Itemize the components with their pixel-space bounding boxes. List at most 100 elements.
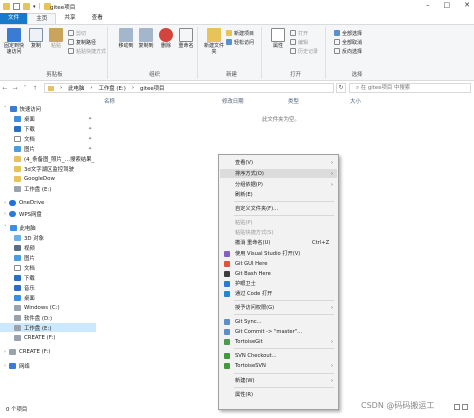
copy-to-button[interactable]: 复制到 [136,28,156,49]
nav-music[interactable]: 音乐 [0,283,96,292]
nav-drive-e[interactable]: 工作盘 (E:) [0,323,96,332]
chevron-down-icon[interactable]: ▾ [33,4,36,10]
nav-quick-access[interactable]: ˅ 快速访问 [0,104,96,113]
menu-item-tortoisegit[interactable]: TortoiseGit › [220,337,337,346]
nav-this-pc[interactable]: ˅ 此电脑 [0,223,96,232]
column-date[interactable]: 修改日期 [222,97,244,105]
nav-downloads[interactable]: 下载 ✦ [0,124,96,133]
new-folder-quick-icon[interactable] [23,3,30,10]
history-button[interactable]: 历史记录 [290,47,318,55]
nav-folder-3d[interactable]: 3d文字湖区监控驾驶 [0,164,96,173]
cut-button[interactable]: 剪切 [68,29,86,37]
nav-3d-objects[interactable]: 3D 对象 [0,233,96,242]
nav-pictures[interactable]: 图片 ✦ [0,144,96,153]
menu-item-open-with-code[interactable]: 通过 Code 打开 [220,289,337,298]
menu-item-group-by[interactable]: 分组依据(P) › [220,180,337,189]
git-commit-icon [224,329,230,335]
menu-item-properties[interactable]: 属性(R) [220,390,337,399]
nav-videos[interactable]: 视频 [0,243,96,252]
nav-drive-d[interactable]: 软件盘 (D:) [0,313,96,322]
pin-icon [7,28,21,42]
forward-arrow-icon[interactable]: → [10,85,20,92]
menu-item-view[interactable]: 查看(V) › [220,158,337,167]
new-folder-button[interactable]: 新建文件夹 [204,28,224,55]
menu-item-paste[interactable]: 粘贴(P) [220,218,337,227]
column-name[interactable]: 名称 [104,97,115,105]
copy-path-button[interactable]: 复制路径 [68,38,96,46]
minimize-button[interactable]: – [426,1,430,9]
breadcrumb-this-pc[interactable]: 此电脑 [68,84,84,92]
menu-item-customize-folder[interactable]: 自定义文件夹(F)... [220,204,337,213]
nav-folder-search-results[interactable]: (4_条备图_照片_…搜索结果_ [0,154,96,163]
new-item-button[interactable]: 新建项目 [226,29,254,37]
menu-item-tortoisesvn[interactable]: TortoiseSVN › [220,361,337,370]
menu-item-refresh[interactable]: 刷新(E) [220,190,337,199]
nav-drive-f[interactable]: CREATE (F:) [0,333,96,342]
nav-network[interactable]: › 网络 [0,361,96,370]
large-icons-view-icon[interactable] [462,404,468,410]
details-view-icon[interactable] [454,404,460,410]
search-input[interactable]: ⌕ 在 gitee项目 中搜索 [349,83,471,93]
address-field[interactable]: › 此电脑 › 工作盘 (E:) › gitee项目 [44,83,334,93]
menu-item-git-gui[interactable]: Git GUI Here [220,259,337,268]
menu-item-git-commit[interactable]: Git Commit -> "master"... [220,327,337,336]
rename-button[interactable]: 重命名 [176,28,196,49]
nav-desktop-pc[interactable]: 桌面 [0,293,96,302]
breadcrumb-gitee[interactable]: gitee项目 [140,84,164,92]
menu-item-give-access[interactable]: 授予访问权限(G) › [220,303,337,312]
nav-desktop[interactable]: 桌面 ✦ [0,114,96,123]
menu-item-eye-guard[interactable]: 护眼卫士 [220,279,337,288]
properties-button[interactable]: 属性 [268,28,288,49]
tab-share[interactable]: 共享 [56,13,83,24]
menu-item-svn-checkout[interactable]: SVN Checkout... [220,351,337,360]
folder-icon [14,175,21,182]
close-button[interactable]: ✕ [464,1,470,9]
delete-button[interactable]: 删除 [156,28,176,49]
up-arrow-icon[interactable]: ↑ [30,85,40,92]
back-arrow-icon[interactable]: ← [0,85,10,92]
menu-item-git-sync[interactable]: Git Sync... [220,317,337,326]
tab-view[interactable]: 查看 [84,13,111,24]
select-all-button[interactable]: 全部选择 [334,29,362,37]
menu-item-undo-rename[interactable]: 撤消 重命名(U) Ctrl+Z [220,238,337,247]
nav-drive-c[interactable]: Windows (C:) [0,303,96,312]
breadcrumb-work-drive[interactable]: 工作盘 (E:) [99,84,126,92]
nav-create-f[interactable]: › CREATE (F:) [0,347,96,356]
maximize-button[interactable]: □ [444,1,451,9]
move-to-button[interactable]: 移动到 [116,28,136,49]
nav-wps-drive[interactable]: › WPS网盘 [0,209,96,218]
tab-home[interactable]: 主页 [27,13,57,24]
menu-item-open-visual-studio[interactable]: 使用 Visual Studio 打开(V) [220,249,337,258]
select-none-button[interactable]: 全部取消 [334,38,362,46]
nav-downloads-pc[interactable]: 下载 [0,273,96,282]
nav-documents-pc[interactable]: 文档 [0,263,96,272]
nav-pictures-pc[interactable]: 图片 [0,253,96,262]
edit-button[interactable]: 编辑 [290,38,308,46]
easy-access-button[interactable]: 轻松访问 [226,38,254,46]
menu-item-paste-shortcut[interactable]: 粘贴快捷方式(S) [220,228,337,237]
nav-work-drive-quick[interactable]: 工作盘 (E:) [0,184,96,193]
column-size[interactable]: 大小 [350,97,361,105]
nav-documents[interactable]: 文档 ✦ [0,134,96,143]
computer-icon [9,224,17,231]
invert-selection-button[interactable]: 反向选择 [334,47,362,55]
menu-item-new[interactable]: 新建(W) › [220,376,337,385]
refresh-icon[interactable]: ↻ [336,83,346,93]
tab-file[interactable]: 文件 [0,13,28,24]
window-controls: – □ ✕ [426,1,470,9]
recent-chevron-icon[interactable]: ˅ [20,85,30,92]
open-button[interactable]: 打开 [290,29,308,37]
paste-shortcut-button[interactable]: 粘贴快捷方式 [68,47,106,55]
title-bar: ▾ | gitee项目 – □ ✕ [0,0,474,13]
pin-quick-access-button[interactable]: 固定到快速访问 [2,28,26,55]
menu-item-git-bash[interactable]: Git Bash Here [220,269,337,278]
paste-button[interactable]: 粘贴 [46,28,66,49]
nav-onedrive[interactable]: › OneDrive [0,198,96,207]
nav-folder-googledow[interactable]: GoogleDow [0,174,96,183]
paste-icon [49,28,63,42]
copy-button[interactable]: 复制 [26,28,46,49]
column-type[interactable]: 类型 [288,97,299,105]
properties-quick-icon[interactable] [13,3,20,10]
menu-separator [234,201,334,202]
menu-item-sort-by[interactable]: 排序方式(O) › [220,169,337,178]
